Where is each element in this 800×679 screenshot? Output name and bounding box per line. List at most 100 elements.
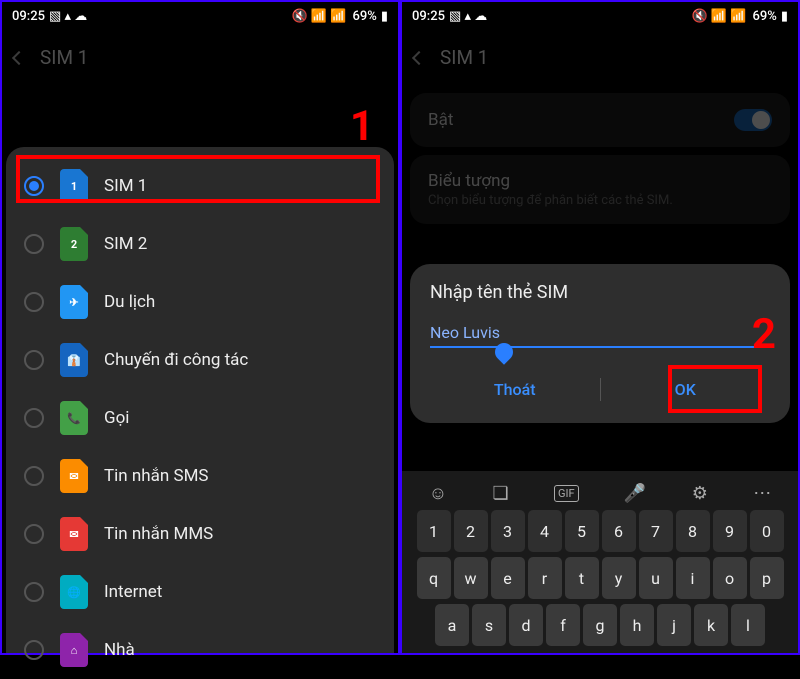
icon-row[interactable]: Biểu tượng Chọn biểu tượng để phân biết …: [410, 155, 790, 224]
status-notif-icons: ▧ ▴ ☁: [49, 9, 87, 24]
page-title: SIM 1: [40, 46, 88, 69]
sim-option-label: Nhà: [104, 640, 135, 660]
text-cursor-handle[interactable]: [491, 339, 516, 364]
icon-row-title: Biểu tượng: [428, 171, 772, 191]
battery-icon: ▮: [381, 9, 388, 24]
icon-row-sub: Chọn biểu tượng để phân biết các thẻ SIM…: [428, 193, 772, 208]
status-bar: 09:25 ▧ ▴ ☁ 🔇 📶 📶 69% ▮: [2, 2, 398, 30]
key-w[interactable]: w: [454, 557, 488, 599]
emoji-icon[interactable]: ☺: [429, 483, 447, 504]
sim-name-value: Neo Luvis: [430, 323, 500, 342]
radio-selected[interactable]: [24, 176, 44, 196]
enable-toggle-row[interactable]: Bật: [410, 93, 790, 147]
sim-icon-sheet: 1 SIM 1 2 SIM 2 ✈ Du lịch 👔 Chuyến đi cô…: [6, 147, 394, 653]
keyboard: ☺ ❏ GIF 🎤 ⚙ ⋯ 1 2 3 4 5 6 7 8 9 0 q w e …: [402, 471, 798, 653]
business-icon: 👔: [60, 343, 88, 377]
sms-icon: ✉: [60, 459, 88, 493]
screen-sim-name-dialog: 09:25 ▧ ▴ ☁ 🔇 📶 📶 69% ▮ SIM 1 Bật Biểu t…: [400, 0, 800, 655]
back-icon[interactable]: [412, 50, 426, 64]
keyboard-row-2: a s d f g h j k l: [406, 604, 794, 646]
radio[interactable]: [24, 292, 44, 312]
step-1-label: 1: [350, 102, 374, 151]
back-icon[interactable]: [12, 50, 26, 64]
dialog-buttons: Thoát OK: [430, 372, 770, 417]
ok-button[interactable]: OK: [601, 372, 771, 407]
key-8[interactable]: 8: [676, 510, 710, 552]
settings-icon[interactable]: ⚙: [692, 483, 708, 504]
key-o[interactable]: o: [713, 557, 747, 599]
screen-sim-icon-select: 09:25 ▧ ▴ ☁ 🔇 📶 📶 69% ▮ SIM 1 1 1 SIM 1 …: [0, 0, 400, 655]
key-i[interactable]: i: [676, 557, 710, 599]
key-7[interactable]: 7: [639, 510, 673, 552]
sim-option-label: Tin nhắn SMS: [104, 466, 209, 486]
key-a[interactable]: a: [435, 604, 469, 646]
key-s[interactable]: s: [472, 604, 506, 646]
sim-option-internet[interactable]: 🌐 Internet: [6, 563, 394, 621]
key-g[interactable]: g: [583, 604, 617, 646]
key-r[interactable]: r: [528, 557, 562, 599]
radio[interactable]: [24, 408, 44, 428]
key-d[interactable]: d: [509, 604, 543, 646]
radio[interactable]: [24, 234, 44, 254]
sim-option-label: SIM 1: [104, 176, 147, 196]
keyboard-row-numbers: 1 2 3 4 5 6 7 8 9 0: [406, 510, 794, 552]
key-t[interactable]: t: [565, 557, 599, 599]
key-k[interactable]: k: [694, 604, 728, 646]
sim-option-call[interactable]: 📞 Gọi: [6, 389, 394, 447]
cancel-button[interactable]: Thoát: [430, 372, 600, 407]
sim-option-label: SIM 2: [104, 234, 147, 254]
key-4[interactable]: 4: [528, 510, 562, 552]
home-icon: ⌂: [60, 633, 88, 667]
sim-option-sim1[interactable]: 1 SIM 1: [6, 157, 394, 215]
header: SIM 1: [402, 30, 798, 85]
key-1[interactable]: 1: [417, 510, 451, 552]
battery-icon: ▮: [781, 9, 788, 24]
radio[interactable]: [24, 350, 44, 370]
travel-icon: ✈: [60, 285, 88, 319]
key-y[interactable]: y: [602, 557, 636, 599]
status-bar: 09:25 ▧ ▴ ☁ 🔇 📶 📶 69% ▮: [402, 2, 798, 30]
key-9[interactable]: 9: [713, 510, 747, 552]
key-5[interactable]: 5: [565, 510, 599, 552]
sim-option-sms[interactable]: ✉ Tin nhắn SMS: [6, 447, 394, 505]
sim-option-travel[interactable]: ✈ Du lịch: [6, 273, 394, 331]
gif-icon[interactable]: GIF: [554, 485, 579, 502]
radio[interactable]: [24, 524, 44, 544]
more-icon[interactable]: ⋯: [753, 483, 771, 504]
sim-option-business[interactable]: 👔 Chuyến đi công tác: [6, 331, 394, 389]
sim-option-sim2[interactable]: 2 SIM 2: [6, 215, 394, 273]
sim-option-label: Tin nhắn MMS: [104, 524, 213, 544]
key-0[interactable]: 0: [750, 510, 784, 552]
sim-name-input[interactable]: Neo Luvis: [430, 323, 770, 348]
key-3[interactable]: 3: [491, 510, 525, 552]
sticker-icon[interactable]: ❏: [492, 483, 508, 504]
key-f[interactable]: f: [546, 604, 580, 646]
radio[interactable]: [24, 640, 44, 660]
sim1-icon: 1: [60, 169, 88, 203]
key-h[interactable]: h: [620, 604, 654, 646]
radio[interactable]: [24, 466, 44, 486]
sim-option-home[interactable]: ⌂ Nhà: [6, 621, 394, 679]
mic-icon[interactable]: 🎤: [624, 483, 646, 504]
key-l[interactable]: l: [731, 604, 765, 646]
sim2-icon: 2: [60, 227, 88, 261]
sim-option-mms[interactable]: ✉ Tin nhắn MMS: [6, 505, 394, 563]
keyboard-toolbar: ☺ ❏ GIF 🎤 ⚙ ⋯: [406, 477, 794, 510]
key-2[interactable]: 2: [454, 510, 488, 552]
key-u[interactable]: u: [639, 557, 673, 599]
status-notif-icons: ▧ ▴ ☁: [449, 9, 487, 24]
key-e[interactable]: e: [491, 557, 525, 599]
status-time: 09:25: [12, 9, 45, 24]
radio[interactable]: [24, 582, 44, 602]
key-j[interactable]: j: [657, 604, 691, 646]
sim-option-label: Internet: [104, 582, 162, 602]
status-battery-pct: 69%: [352, 9, 376, 24]
key-6[interactable]: 6: [602, 510, 636, 552]
status-battery-pct: 69%: [752, 9, 776, 24]
key-p[interactable]: p: [750, 557, 784, 599]
rename-sim-dialog: Nhập tên thẻ SIM Neo Luvis 2 Thoát OK: [410, 264, 790, 423]
status-indicators: 🔇 📶 📶: [291, 9, 346, 24]
call-icon: 📞: [60, 401, 88, 435]
enable-toggle[interactable]: [734, 109, 772, 131]
key-q[interactable]: q: [417, 557, 451, 599]
